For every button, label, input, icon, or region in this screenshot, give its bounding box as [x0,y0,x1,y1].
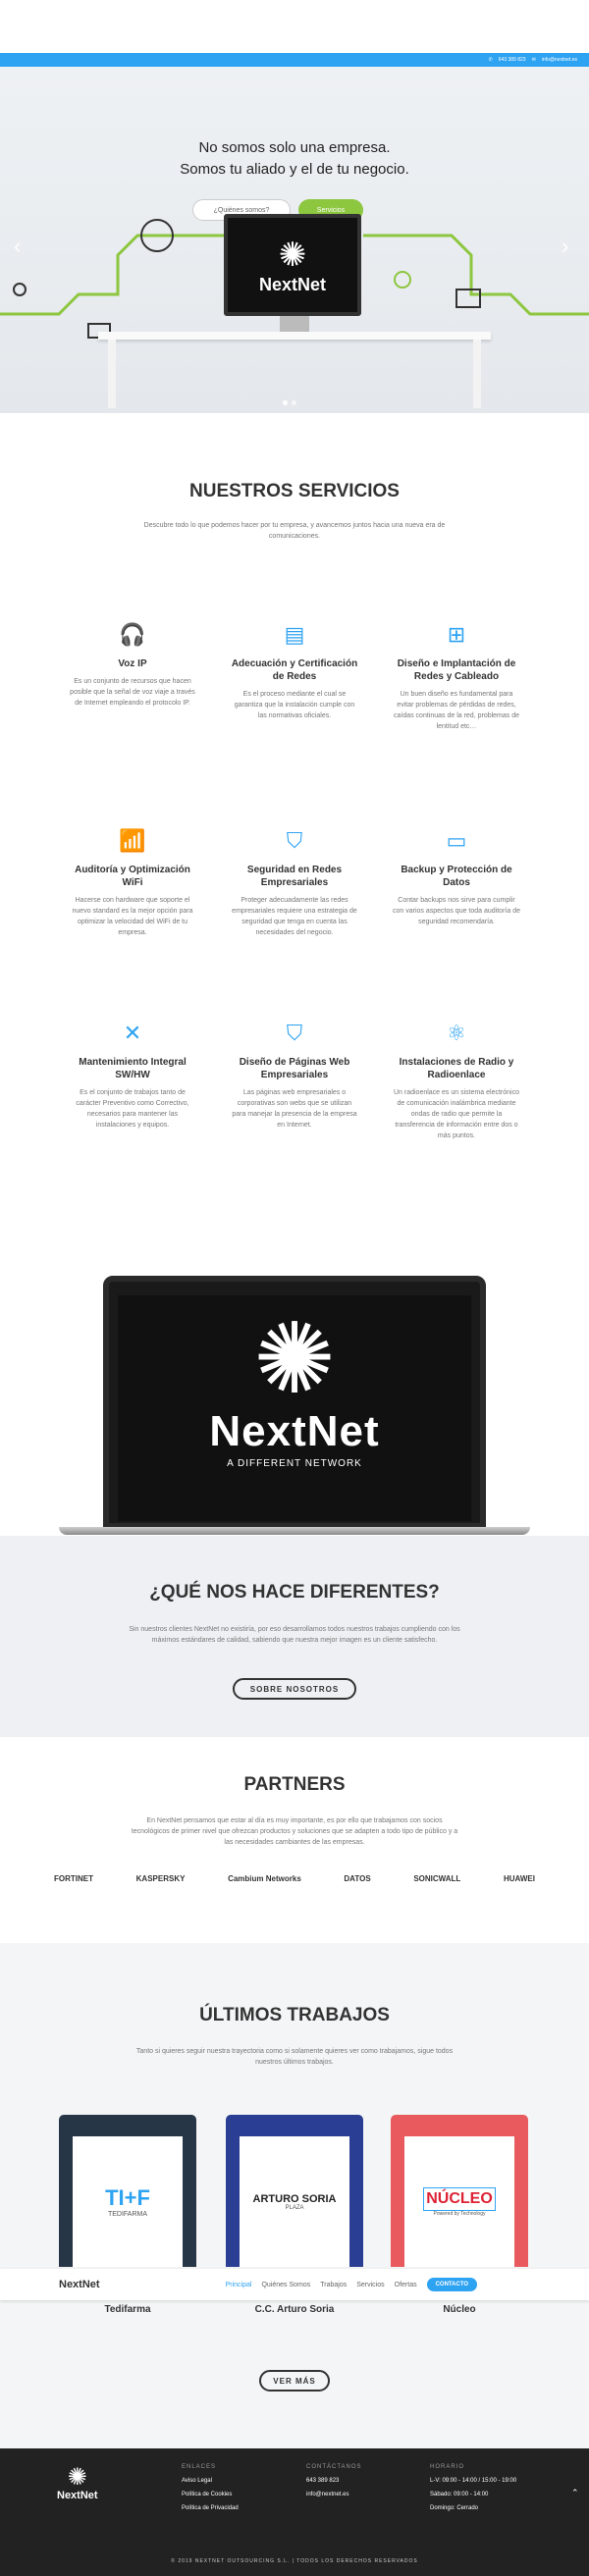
nav-item-ofertas[interactable]: Ofertas [395,2282,417,2288]
footer-link[interactable]: Política de Privacidad [182,2505,239,2511]
work-label: Tedifarma [104,2304,151,2315]
service-voz-ip[interactable]: 🎧 Voz IP Es un conjunto de recursos que ha… [69,620,196,709]
partner-logo: HUAWEI [503,1874,535,1883]
nav-item-principal[interactable]: Principal [226,2282,252,2288]
copyright: © 2019 NEXTNET OUTSOURCING S.L. | TODOS … [171,2558,418,2564]
laptop-base [59,1527,530,1535]
partners-title: PARTNERS [243,1774,346,1795]
laptop-brand: NextNet [209,1406,380,1455]
different-title: ¿QUÉ NOS HACE DIFERENTES? [149,1582,440,1603]
see-more-button[interactable]: VER MÁS [259,2370,330,2392]
works-title: ÚLTIMOS TRABAJOS [199,2005,390,2025]
partner-logo: SONICWALL [413,1874,461,1883]
work-label: C.C. Arturo Soria [254,2304,335,2315]
partner-logo: DATOS [344,1874,371,1883]
nextnet-logo-icon: ✺ [67,2464,87,2491]
footer-phone[interactable]: 643 389 823 [306,2478,362,2484]
shield-icon: ⛉ [286,1021,303,1045]
info-phone[interactable]: 643 389 823 [499,57,526,63]
nav-item-servicios[interactable]: Servicios [356,2282,384,2288]
service-web[interactable]: ⛉ Diseño de Páginas Web Empresariales Las … [231,1019,358,1130]
services-title: NUESTROS SERVICIOS [189,481,400,501]
nav-item-trabajos[interactable]: Trabajos [320,2282,347,2288]
main-navigation: NextNet Principal Quiénes Somos Trabajos… [0,2269,589,2300]
headset-icon: 🎧 [119,622,146,647]
nav-logo[interactable]: NextNet [59,2279,100,2290]
slider-dots[interactable] [283,400,296,405]
shield-icon: ⛉ [286,828,303,853]
top-spacer [0,0,589,53]
service-seguridad[interactable]: ⛉ Seguridad en Redes Empresariales Protege… [231,826,358,938]
desk [98,332,491,340]
footer-logo: ✺ NextNet [57,2464,98,2502]
info-bar: ✆ 643 389 823 ✉ info@nextnet.es [0,53,589,67]
wifi-signal-icon: 📶 [119,828,146,853]
nextnet-logo-icon: ✺ [253,1304,336,1414]
hero-monitor: ✺ NextNet [224,214,361,316]
service-certificacion[interactable]: ▤ Adecuación y Certificación de Redes Es e… [231,620,358,721]
atom-icon: ⚛ [447,1021,466,1045]
tools-icon: ✕ [123,1021,142,1045]
network-icon: ⊞ [447,622,466,647]
hard-drive-icon: ▭ [446,828,467,853]
desk-leg [108,340,116,408]
about-us-outline-button[interactable]: SOBRE NOSOTROS [233,1678,356,1700]
services-desc: Descubre todo lo que podemos hacer por t… [143,522,446,540]
nav-item-quienes[interactable]: Quiénes Somos [261,2282,310,2288]
desk-leg [473,340,481,408]
work-card-tedifarma[interactable]: TI+F TEDIFARMA [59,2115,196,2267]
service-mantenimiento[interactable]: ✕ Mantenimiento Integral SW/HW Es el conju… [69,1019,196,1130]
partner-logo: FORTINET [54,1874,93,1883]
footer-link[interactable]: Aviso Legal [182,2478,239,2484]
wifi-icon [13,283,27,296]
contact-nav-button[interactable]: CONTACTO [426,2278,478,2291]
monitor-brand: NextNet [258,274,327,294]
works-desc: Tanto si quieres seguir nuestra trayecto… [135,2048,454,2066]
footer: ✺ NextNet ENLACES Aviso Legal Política d… [0,2448,589,2576]
phone-icon: ✆ [488,57,493,63]
settings-icon [394,271,411,289]
footer-email[interactable]: info@nextnet.es [306,2492,362,2497]
nextnet-logo-icon: ✺ [278,236,307,274]
service-radio[interactable]: ⚛ Instalaciones de Radio y Radioenlace Un … [393,1019,520,1141]
service-wifi[interactable]: 📶 Auditoría y Optimización WiFi Hacerse co… [69,826,196,938]
work-card-arturo-soria[interactable]: ARTURO SORIA PLAZA [226,2115,363,2267]
service-backup[interactable]: ▭ Backup y Protección de Datos Contar back… [393,826,520,927]
laptop-tagline: A DIFFERENT NETWORK [227,1457,362,1469]
laptop-screen: ✺ NextNet A DIFFERENT NETWORK [118,1295,471,1521]
footer-links: ENLACES Aviso Legal Política de Cookies … [182,2464,239,2511]
partner-logo: KASPERSKY [135,1874,186,1883]
document-icon: ▤ [284,622,305,647]
partners-logos: FORTINET KASPERSKY Cambium Networks DATO… [54,1874,535,1883]
monitor-icon [455,289,481,308]
footer-hours: HORARIO L-V: 09:00 - 14:00 / 15:00 - 19:… [430,2464,517,2511]
different-desc: Sin nuestros clientes NextNet no existir… [129,1626,460,1644]
mail-icon: ✉ [531,57,536,63]
work-card-nucleo[interactable]: NÚCLEO Powered by Technology [391,2115,528,2267]
monitor-stand [280,316,309,332]
footer-contact: CONTÁCTANOS 643 389 823 info@nextnet.es [306,2464,362,2497]
info-email[interactable]: info@nextnet.es [542,57,577,63]
footer-link[interactable]: Política de Cookies [182,2492,239,2497]
work-label: Núcleo [443,2304,476,2315]
partners-desc: En NextNet pensamos que estar al día es … [131,1817,458,1846]
back-to-top-icon[interactable]: ⌃ [571,2488,579,2498]
partner-logo: Cambium Networks [228,1874,301,1883]
service-redes[interactable]: ⊞ Diseño e Implantación de Redes y Cablea… [393,620,520,732]
hero-heading: No somos solo una empresa. Somos tu aliad… [180,139,409,178]
